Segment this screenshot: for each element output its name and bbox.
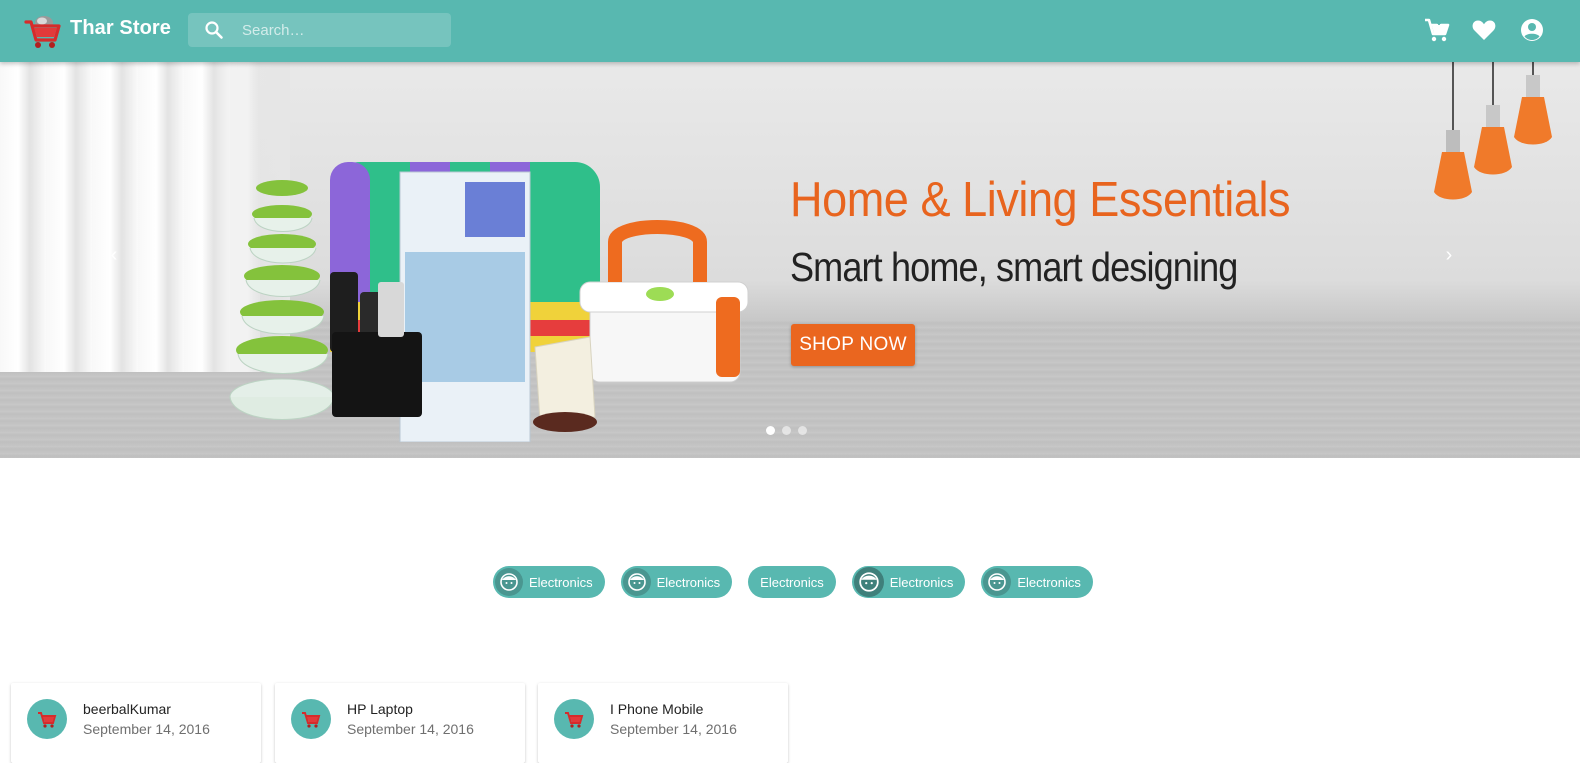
chip-label: Electronics [529,574,593,590]
category-chip[interactable]: Electronics [851,566,966,598]
cart-avatar-icon [27,699,67,739]
hanging-lamps-image [1434,62,1552,200]
search-box[interactable] [188,13,451,47]
face-icon [983,568,1012,596]
chip-label: Electronics [1017,574,1081,590]
napkin-holder [533,336,597,432]
lunch-box [579,220,749,383]
card-date: September 14, 2016 [347,721,474,737]
face-icon [495,568,523,596]
cart-avatar-icon [554,699,594,739]
chip-label: Electronics [760,574,824,590]
product-card[interactable]: I Phone Mobile September 14, 2016 [538,683,788,763]
cart-avatar-icon [291,699,331,739]
carousel-next-button[interactable]: › [1439,245,1459,265]
card-title: HP Laptop [347,701,413,717]
carousel-dot-3[interactable] [798,426,807,435]
card-date: September 14, 2016 [83,721,210,737]
search-icon [205,21,223,39]
chip-label: Electronics [656,574,721,590]
app-bar: Thar Store [0,0,1580,62]
category-chip[interactable]: Electronics [748,566,836,598]
shop-now-button[interactable]: SHOP NOW [791,324,915,366]
search-input[interactable] [242,13,442,47]
face-icon [622,568,651,596]
hero-subtitle: Smart home, smart designing [790,244,1238,290]
carousel-dot-1[interactable] [766,426,775,435]
product-card[interactable]: HP Laptop September 14, 2016 [275,683,525,763]
category-chip[interactable]: Electronics [493,566,605,598]
category-chip[interactable]: Electronics [620,566,733,598]
category-chip[interactable]: Electronics [981,566,1093,598]
carousel-dot-2[interactable] [782,426,791,435]
chip-label: Electronics [889,574,954,590]
glass-bowls [229,180,335,420]
card-title: I Phone Mobile [610,701,704,717]
product-card[interactable]: beerbalKumar September 14, 2016 [11,683,261,763]
carousel-prev-button[interactable]: ‹ [104,245,124,265]
hero-title: Home & Living Essentials [790,173,1291,227]
store-name[interactable]: Thar Store [70,17,171,40]
card-title: beerbalKumar [83,701,171,717]
shopping-cart-logo-icon[interactable] [24,12,62,50]
face-icon [853,567,884,597]
carousel-indicators [766,422,814,435]
hero-carousel[interactable]: ‹ › Home & Living Essentials Smart home,… [0,62,1580,458]
heart-icon[interactable] [1471,17,1497,43]
hero-products-image [229,162,749,442]
card-date: September 14, 2016 [610,721,737,737]
account-icon[interactable] [1519,17,1545,43]
category-chips: Electronics Electronics Electronics Elec… [493,566,1109,598]
cart-icon[interactable] [1424,17,1450,43]
